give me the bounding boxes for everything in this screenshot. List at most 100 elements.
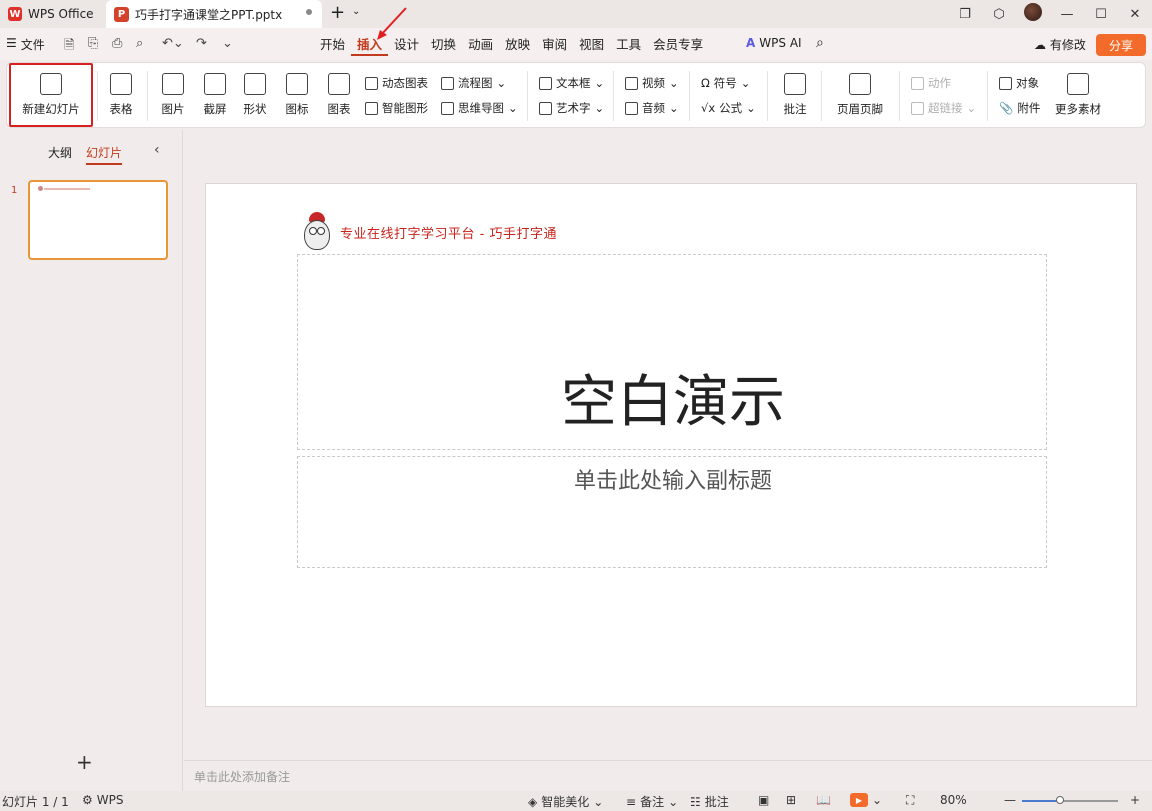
shape-button[interactable]: 形状: [237, 73, 273, 117]
chart-button[interactable]: 图表: [321, 73, 357, 117]
play-slideshow-button[interactable]: ▶ ⌄: [850, 793, 882, 807]
beautify-label: 智能美化: [541, 795, 590, 809]
tab-document[interactable]: P 巧手打字通课堂之PPT.pptx: [106, 0, 322, 28]
divider: [821, 71, 822, 121]
formula-button[interactable]: √x 公式 ⌄: [701, 100, 756, 116]
audio-button[interactable]: 音频 ⌄: [625, 100, 679, 116]
grid-view-icon[interactable]: ⊞: [786, 793, 796, 807]
maximize-icon[interactable]: ☐: [1084, 7, 1118, 22]
picture-icon: [162, 73, 184, 95]
more-material-button[interactable]: 更多素材: [1047, 73, 1109, 117]
tab-slides[interactable]: 幻灯片: [86, 144, 123, 165]
divider: [613, 71, 614, 121]
tab-wps-office[interactable]: W WPS Office: [0, 0, 104, 28]
zoom-level[interactable]: 80%: [940, 793, 967, 807]
user-avatar[interactable]: [1016, 3, 1050, 25]
changes-button[interactable]: ☁ 有修改: [1034, 36, 1086, 53]
header-footer-button[interactable]: 页眉页脚: [829, 73, 891, 117]
wps-ai-button[interactable]: A WPS AI: [746, 36, 802, 50]
subtitle-placeholder[interactable]: 单击此处输入副标题: [297, 456, 1047, 568]
comment-label: 批注: [783, 102, 807, 116]
print-icon[interactable]: ⎙: [112, 36, 122, 51]
symbol-button[interactable]: Ω 符号 ⌄: [701, 75, 750, 91]
wordart-button[interactable]: 艺术字 ⌄: [539, 100, 604, 116]
undo-icon[interactable]: ↶⌄: [162, 36, 184, 51]
zoom-out-icon[interactable]: —: [1004, 793, 1016, 807]
reading-view-icon[interactable]: 📖: [816, 793, 831, 807]
mouse-icon: [911, 76, 924, 90]
new-slide-icon: [40, 73, 62, 95]
unsaved-dot-icon[interactable]: [306, 9, 312, 15]
slide-thumbnail[interactable]: [28, 180, 168, 260]
restore-window-icon[interactable]: ❐: [948, 7, 982, 22]
chevron-down-icon: ⌄: [669, 101, 679, 115]
share-button[interactable]: 分享: [1096, 34, 1146, 56]
textbox-button[interactable]: 文本框 ⌄: [539, 75, 604, 91]
zoom-in-icon[interactable]: +: [1130, 793, 1140, 807]
notes-label: 备注: [640, 795, 665, 809]
picture-button[interactable]: 图片: [155, 73, 191, 117]
screenshot-button[interactable]: 截屏: [197, 73, 233, 117]
object-button[interactable]: 对象: [999, 75, 1039, 91]
zoom-slider-fill: [1022, 800, 1061, 802]
slide-canvas[interactable]: 专业在线打字学习平台 - 巧手打字通 空白演示 单击此处输入副标题: [205, 183, 1137, 707]
tab-outline[interactable]: 大纲: [48, 144, 72, 165]
beautify-icon: ◈: [528, 794, 538, 809]
tab-transitions[interactable]: 切换: [425, 36, 462, 56]
ribbon-insert: 新建幻灯片 表格 图片 截屏 形状 图标 图表 动态图表 智能图形 流程图 ⌄: [6, 62, 1146, 128]
quick-access-more-icon[interactable]: ⌄: [222, 36, 233, 51]
wps-ai-label: WPS AI: [759, 36, 802, 50]
tab-animations[interactable]: 动画: [462, 36, 499, 56]
tab-member[interactable]: 会员专享: [647, 36, 709, 56]
search-icon[interactable]: ⌕: [816, 35, 824, 51]
smart-beautify-button[interactable]: ◈ 智能美化 ⌄: [528, 793, 603, 810]
close-icon[interactable]: ✕: [1118, 7, 1152, 22]
title-placeholder[interactable]: 空白演示: [297, 254, 1047, 450]
theme-button[interactable]: ⚙ WPS: [82, 793, 123, 807]
material-icon: [1067, 73, 1089, 95]
shape-label: 形状: [243, 102, 267, 116]
action-button[interactable]: 动作: [911, 75, 951, 91]
export-icon[interactable]: ⎘: [88, 36, 98, 51]
fit-window-icon[interactable]: ⛶: [906, 793, 914, 808]
add-slide-button[interactable]: +: [76, 750, 93, 774]
collapse-panel-icon[interactable]: ‹: [154, 142, 160, 158]
mindmap-icon: [441, 101, 454, 115]
new-slide-button[interactable]: 新建幻灯片: [15, 73, 87, 117]
comments-button[interactable]: ☷ 批注: [690, 793, 729, 810]
tab-tools[interactable]: 工具: [610, 36, 647, 56]
link-icon: [911, 101, 924, 115]
mindmap-button[interactable]: 思维导图 ⌄: [441, 100, 518, 116]
chevron-down-icon: ⌄: [872, 793, 883, 807]
attachment-button[interactable]: 📎 附件: [999, 100, 1040, 116]
icon-button[interactable]: 图标: [279, 73, 315, 117]
tab-document-label: 巧手打字通课堂之PPT.pptx: [135, 7, 283, 22]
dynamic-chart-button[interactable]: 动态图表: [365, 75, 428, 91]
minimize-icon[interactable]: —: [1050, 7, 1084, 22]
new-tab-button[interactable]: +: [330, 4, 345, 22]
divider: [527, 71, 528, 121]
notes-button[interactable]: ≡ 备注 ⌄: [626, 793, 678, 810]
tab-review[interactable]: 审阅: [536, 36, 573, 56]
cube-icon[interactable]: ⬡: [982, 7, 1016, 22]
print-preview-icon[interactable]: ⌕: [136, 36, 143, 51]
video-button[interactable]: 视频 ⌄: [625, 75, 679, 91]
flowchart-button[interactable]: 流程图 ⌄: [441, 75, 506, 91]
normal-view-icon[interactable]: ▣: [758, 793, 769, 807]
divider: [987, 71, 988, 121]
zoom-slider-handle[interactable]: [1056, 796, 1065, 804]
tab-view[interactable]: 视图: [573, 36, 610, 56]
changes-label: 有修改: [1049, 38, 1086, 52]
save-icon[interactable]: 🗎: [64, 36, 74, 58]
file-menu-button[interactable]: ☰ 文件: [6, 36, 45, 53]
redo-icon[interactable]: ↷: [196, 36, 207, 51]
tab-home[interactable]: 开始: [314, 36, 351, 56]
zoom-slider[interactable]: [1022, 796, 1118, 804]
notes-pane[interactable]: 单击此处添加备注: [184, 760, 1152, 790]
table-button[interactable]: 表格: [101, 73, 141, 117]
hyperlink-button[interactable]: 超链接 ⌄: [911, 100, 976, 116]
comment-button[interactable]: 批注: [775, 73, 815, 117]
tab-list-button[interactable]: ⌄: [352, 6, 360, 17]
smart-graphic-button[interactable]: 智能图形: [365, 100, 428, 116]
tab-slideshow[interactable]: 放映: [499, 36, 536, 56]
